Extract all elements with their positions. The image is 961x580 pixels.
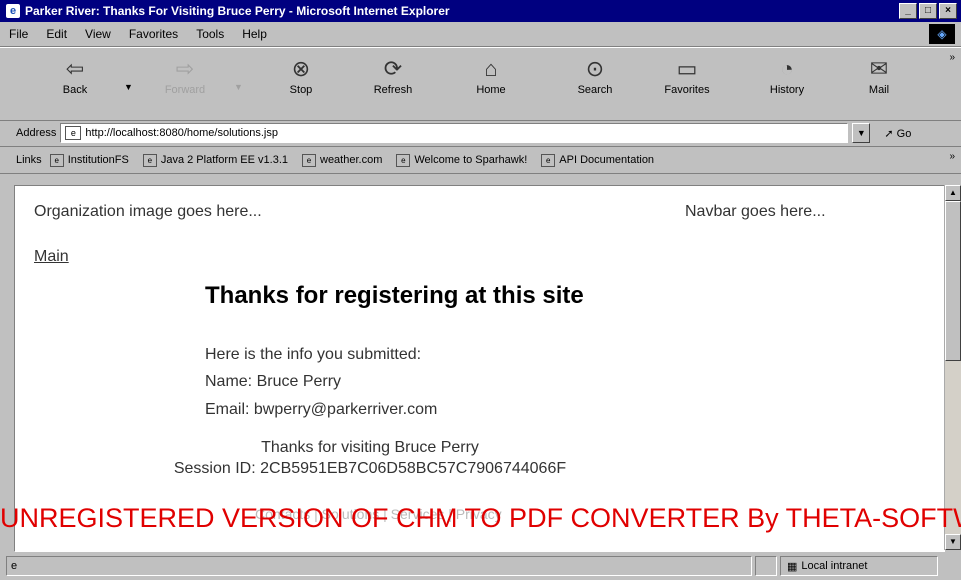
forward-dropdown-icon[interactable]: ▼ — [234, 82, 243, 92]
name-line: Name: Bruce Perry — [205, 373, 342, 390]
stop-icon: ⊗ — [291, 56, 311, 81]
menu-bar: File Edit View Favorites Tools Help ◈ — [0, 22, 961, 47]
page-icon: e — [142, 153, 157, 167]
refresh-icon: ⟳ — [383, 56, 403, 81]
scroll-up-icon[interactable]: ▲ — [945, 185, 961, 201]
mail-button[interactable]: ✉ Mail — [844, 54, 914, 96]
favorites-button[interactable]: ▭ Favorites — [652, 54, 722, 96]
session-line: Session ID: 2CB5951EB7C06D58BC57C7906744… — [173, 460, 567, 477]
title-bar: e Parker River: Thanks For Visiting Bruc… — [0, 0, 961, 22]
status-main: e — [6, 556, 752, 576]
home-button[interactable]: ⌂ Home — [456, 54, 526, 96]
links-label: Links — [16, 154, 42, 166]
thanks-line: Thanks for visiting Bruce Perry — [261, 439, 479, 456]
standard-toolbar: ⇦ Back ▼ ⇨ Forward ▼ ⊗ Stop ⟳ Refresh ⌂ … — [0, 47, 961, 121]
address-label: Address — [16, 127, 57, 139]
refresh-button[interactable]: ⟳ Refresh — [358, 54, 428, 96]
email-line: Email: bwperry@parkerriver.com — [205, 401, 438, 418]
page-icon: e — [302, 153, 316, 167]
page-status-icon: e — [11, 560, 18, 572]
page-heading: Thanks for registering at this site — [205, 282, 584, 309]
page-icon: e — [65, 126, 82, 140]
intranet-icon: ▦ — [787, 560, 798, 573]
vertical-scrollbar[interactable]: ▲ ▼ — [944, 185, 961, 550]
menu-help[interactable]: Help — [233, 27, 276, 41]
scroll-down-icon[interactable]: ▼ — [945, 534, 961, 550]
menu-file[interactable]: File — [0, 27, 37, 41]
search-icon: ⊙ — [585, 56, 605, 81]
favorites-folder-icon: ▭ — [676, 56, 698, 81]
link-api-docs[interactable]: e API Documentation — [541, 153, 654, 167]
go-arrow-icon: ➚ — [884, 127, 894, 140]
address-dropdown-icon[interactable]: ▼ — [852, 123, 871, 143]
go-button[interactable]: ➚ Go — [884, 127, 911, 140]
forward-button[interactable]: ⇨ Forward — [150, 54, 220, 96]
page-icon: e — [49, 153, 64, 167]
watermark-text: UNREGISTERED VERSION OF CHM TO PDF CONVE… — [0, 503, 961, 533]
org-image-placeholder: Organization image goes here... — [34, 203, 262, 220]
status-bar: e ▦ Local intranet — [0, 552, 961, 580]
menu-edit[interactable]: Edit — [37, 27, 76, 41]
back-arrow-icon: ⇦ — [65, 56, 85, 81]
links-bar: Links e InstitutionFS e Java 2 Platform EE… — [0, 147, 961, 174]
menu-favorites[interactable]: Favorites — [120, 27, 187, 41]
history-button[interactable]: ◔ History — [752, 54, 822, 96]
main-link[interactable]: Main — [34, 248, 69, 266]
toolbar-chevron-icon[interactable]: » — [949, 52, 955, 63]
page-content: Organization image goes here... Navbar g… — [14, 185, 945, 552]
back-button[interactable]: ⇦ Back — [40, 54, 110, 96]
link-institutionfs[interactable]: e InstitutionFS — [49, 153, 129, 167]
stop-button[interactable]: ⊗ Stop — [266, 54, 336, 96]
minimize-button[interactable]: _ — [899, 3, 917, 19]
mail-icon: ✉ — [869, 56, 889, 81]
window-title: Parker River: Thanks For Visiting Bruce … — [25, 4, 450, 18]
close-button[interactable]: × — [939, 3, 957, 19]
address-bar: Address e http://localhost:8080/home/sol… — [0, 120, 961, 147]
windows-logo-icon: ◈ — [929, 24, 955, 44]
ie-icon: e — [6, 4, 20, 18]
maximize-button[interactable]: □ — [919, 3, 937, 19]
back-dropdown-icon[interactable]: ▼ — [124, 82, 133, 92]
forward-arrow-icon: ⇨ — [175, 56, 195, 81]
status-cell — [755, 556, 777, 576]
address-input[interactable]: e http://localhost:8080/home/solutions.j… — [60, 123, 849, 143]
link-weather[interactable]: e weather.com — [302, 153, 382, 167]
link-sparhawk[interactable]: e Welcome to Sparhawk! — [396, 153, 527, 167]
page-icon: e — [396, 153, 411, 167]
address-url: http://localhost:8080/home/solutions.jsp — [85, 127, 278, 139]
navbar-placeholder: Navbar goes here... — [685, 203, 826, 220]
status-zone: ▦ Local intranet — [780, 556, 938, 576]
menu-tools[interactable]: Tools — [187, 27, 233, 41]
home-icon: ⌂ — [484, 56, 498, 81]
page-icon: e — [541, 153, 556, 167]
link-java-platform[interactable]: e Java 2 Platform EE v1.3.1 — [142, 153, 288, 167]
scroll-thumb[interactable] — [945, 201, 961, 361]
menu-view[interactable]: View — [76, 27, 120, 41]
info-intro: Here is the info you submitted: — [205, 346, 422, 363]
links-chevron-icon[interactable]: » — [949, 151, 955, 162]
search-button[interactable]: ⊙ Search — [560, 54, 630, 96]
history-icon: ◔ — [780, 56, 794, 81]
